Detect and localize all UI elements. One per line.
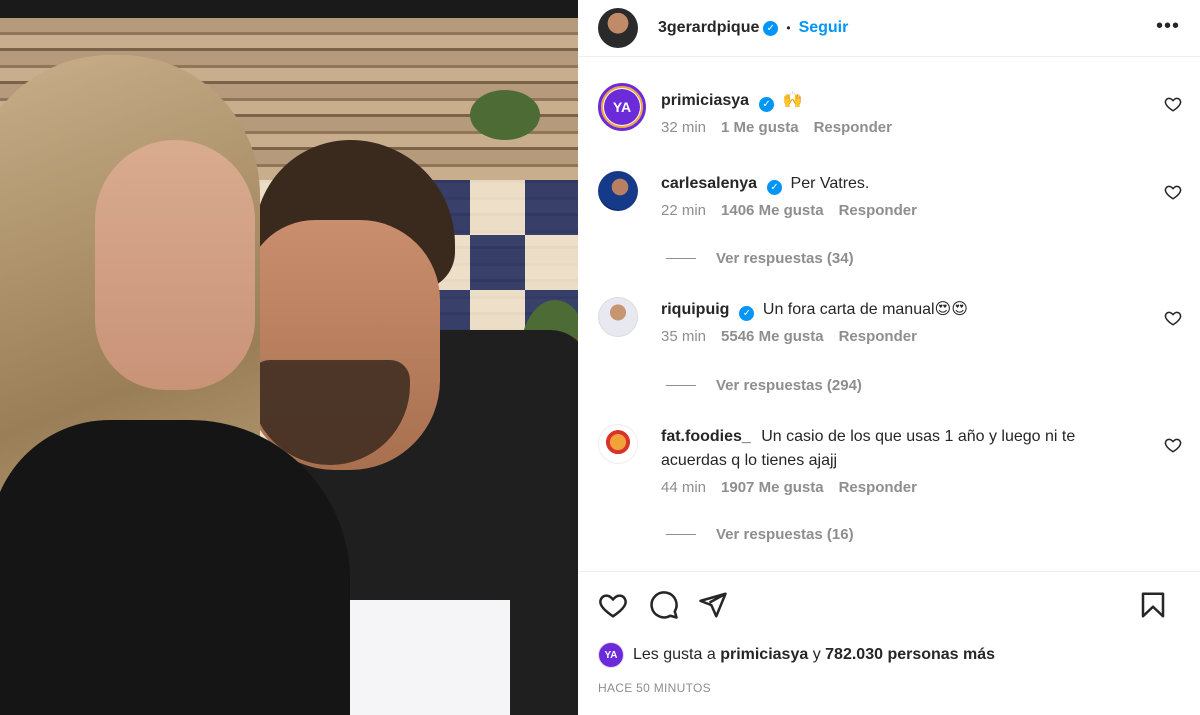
comment-text: 🙌 [782,92,803,109]
follow-button[interactable]: Seguir [799,19,849,37]
post-header: 3gerardpique ✓ • Seguir ••• [578,0,1200,57]
reply-button[interactable]: Responder [839,479,917,496]
verified-badge-icon: ✓ [767,180,783,195]
comment-likes[interactable]: 1907 Me gusta [721,479,824,496]
comment-icon[interactable] [649,590,679,620]
comment-time: 32 min [661,119,707,136]
likes-others[interactable]: 782.030 personas más [825,646,995,664]
commenter-avatar[interactable]: YA [598,83,646,131]
comment-body: primiciasya ✓ 🙌 32 min 1 Me gusta Respond… [661,89,1121,136]
replies-line [666,258,696,259]
comment-text-line: carlesalenya ✓ Per Vatres. [661,172,1121,196]
woman-body [0,420,350,715]
reply-button[interactable]: Responder [814,119,892,136]
replies-line [666,385,696,386]
comment-meta: 32 min 1 Me gusta Responder [661,119,1121,136]
comment-body: riquipuig ✓ Un fora carta de manual😍😍 35 … [661,298,1121,345]
view-replies-button[interactable]: Ver respuestas (294) [666,377,862,394]
comment-likes[interactable]: 5546 Me gusta [721,328,824,345]
verified-badge-icon: ✓ [763,20,779,36]
comment-likes[interactable]: 1406 Me gusta [721,202,824,219]
comment-meta: 22 min 1406 Me gusta Responder [661,202,1121,219]
more-options-icon[interactable]: ••• [1156,16,1180,36]
comment-item: fat.foodies_ Un casio de los que usas 1 … [598,424,1188,504]
send-icon[interactable] [698,590,728,620]
comment-username[interactable]: riquipuig [661,301,729,318]
comment-text: Un fora carta de manual😍😍 [762,301,968,318]
commenter-avatar[interactable] [598,424,638,464]
comment-username[interactable]: carlesalenya [661,175,757,192]
comment-time: 35 min [661,328,707,345]
verified-badge-icon: ✓ [759,97,775,112]
view-replies-button[interactable]: Ver respuestas (34) [666,250,854,267]
primicias-logo: YA [604,89,640,125]
comment-item: riquipuig ✓ Un fora carta de manual😍😍 35 … [598,297,1188,357]
comment-meta: 44 min 1907 Me gusta Responder [661,479,1121,496]
comment-time: 22 min [661,202,707,219]
likes-prefix: Les gusta a [633,646,716,663]
author-username[interactable]: 3gerardpique [658,19,759,37]
view-replies-label: Ver respuestas (294) [716,377,862,394]
verified-badge-icon: ✓ [739,306,755,321]
comment-item: YA primiciasya ✓ 🙌 32 min 1 Me gusta Resp… [598,83,1188,143]
reply-button[interactable]: Responder [839,328,917,345]
commenter-avatar[interactable] [598,297,638,337]
view-replies-label: Ver respuestas (34) [716,250,854,267]
bookmark-icon[interactable] [1138,590,1168,620]
comment-item: carlesalenya ✓ Per Vatres. 22 min 1406 Me… [598,171,1188,231]
section-divider [578,571,1200,572]
comment-likes[interactable]: 1 Me gusta [721,119,799,136]
likes-connector: y [812,646,821,663]
post-timestamp: HACE 50 MINUTOS [598,681,711,695]
comment-time: 44 min [661,479,707,496]
post-sidebar: 3gerardpique ✓ • Seguir ••• YA primicias… [578,0,1200,715]
commenter-avatar[interactable] [598,171,638,211]
comment-body: carlesalenya ✓ Per Vatres. 22 min 1406 Me… [661,172,1121,219]
heart-icon[interactable] [598,590,628,620]
comment-username[interactable]: fat.foodies_ [661,428,751,445]
comment-like-heart-icon[interactable] [1164,309,1182,327]
comment-username[interactable]: primiciasya [661,92,749,109]
view-replies-button[interactable]: Ver respuestas (16) [666,526,854,543]
replies-line [666,534,696,535]
post-photo[interactable] [0,0,578,715]
likes-user[interactable]: primiciasya [720,646,808,664]
comment-text-line: fat.foodies_ Un casio de los que usas 1 … [661,425,1121,473]
comment-like-heart-icon[interactable] [1164,436,1182,454]
comment-body: fat.foodies_ Un casio de los que usas 1 … [661,425,1121,496]
woman-face [95,140,255,390]
liker-avatar[interactable]: YA [598,642,624,668]
comment-like-heart-icon[interactable] [1164,95,1182,113]
comment-meta: 35 min 5546 Me gusta Responder [661,328,1121,345]
reply-button[interactable]: Responder [839,202,917,219]
plant [470,90,540,140]
separator-dot: • [786,21,791,35]
likes-summary: YA Les gusta a primiciasya y 782.030 per… [598,642,995,668]
table-cloth [330,600,510,715]
author-avatar[interactable] [598,8,638,48]
comment-text: Per Vatres. [790,175,870,192]
comment-text-line: riquipuig ✓ Un fora carta de manual😍😍 [661,298,1121,322]
view-replies-label: Ver respuestas (16) [716,526,854,543]
author-info: 3gerardpique ✓ • Seguir [658,19,848,37]
comment-like-heart-icon[interactable] [1164,183,1182,201]
comment-text-line: primiciasya ✓ 🙌 [661,89,1121,113]
action-bar [598,590,1180,620]
